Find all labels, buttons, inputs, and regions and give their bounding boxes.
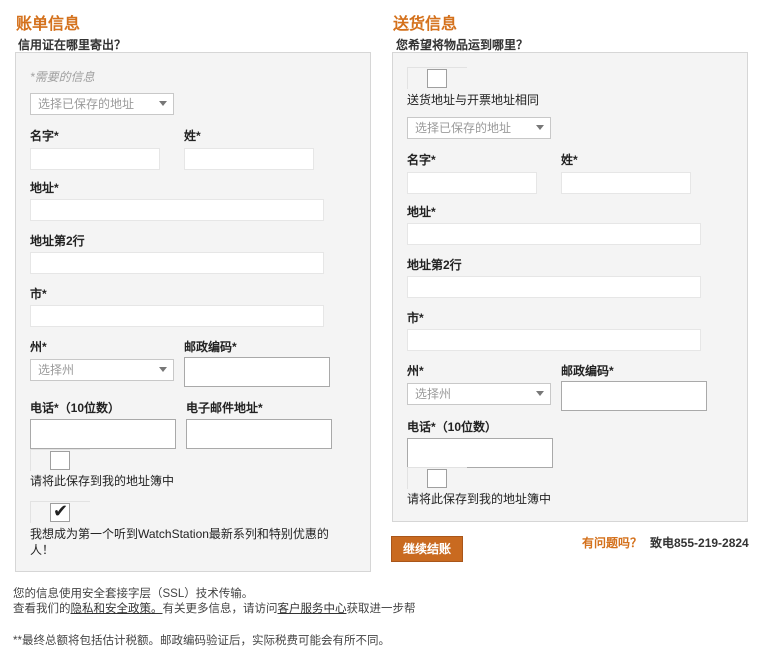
billing-city-input[interactable]	[30, 305, 324, 327]
get-help-text: 获取进一步帮	[346, 603, 416, 615]
shipping-address2-label: 地址第2行	[407, 258, 462, 272]
shipping-save-address-checkbox[interactable]	[407, 467, 467, 489]
shipping-address-label: 地址*	[407, 205, 436, 219]
billing-email-label: 电子邮件地址*	[186, 401, 263, 415]
billing-email-input[interactable]	[186, 419, 332, 449]
ssl-notice: 您的信息使用安全套接字层（SSL）技术传输。	[13, 588, 254, 600]
shipping-save-address-label: 请将此保存到我的地址簿中	[407, 492, 552, 506]
billing-phone-label: 电话*（10位数）	[30, 401, 121, 415]
tax-note: **最终总额将包括估计税额。邮政编码验证后，实际税费可能会有所不同。	[13, 635, 390, 647]
same-as-billing-label: 送货地址与开票地址相同	[407, 93, 540, 107]
billing-state-label: 州*	[30, 340, 47, 354]
help-phone: 致电855-219-2824	[650, 536, 749, 550]
customer-service-link[interactable]: 客户服务中心	[278, 603, 347, 615]
billing-zip-input[interactable]	[184, 357, 330, 387]
chevron-down-icon	[159, 101, 167, 106]
shipping-address2-input[interactable]	[407, 276, 701, 298]
shipping-address-input[interactable]	[407, 223, 701, 245]
billing-saved-address-value: 选择已保存的地址	[38, 97, 135, 111]
shipping-zip-input[interactable]	[561, 381, 707, 411]
checkbox-box[interactable]	[427, 469, 447, 488]
shipping-state-select[interactable]: 选择州	[407, 383, 551, 405]
continue-checkout-button[interactable]: 继续结账	[391, 536, 463, 562]
billing-first-name-label: 名字*	[30, 129, 59, 143]
same-as-billing-checkbox[interactable]	[407, 67, 467, 89]
billing-save-address-checkbox[interactable]	[30, 449, 90, 471]
view-our-text: 查看我们的	[13, 603, 71, 615]
privacy-policy-link[interactable]: 隐私和安全政策。	[71, 603, 163, 615]
billing-state-value: 选择州	[38, 363, 75, 377]
shipping-last-name-input[interactable]	[561, 172, 691, 194]
billing-last-name-input[interactable]	[184, 148, 314, 170]
billing-address-input[interactable]	[30, 199, 324, 221]
billing-address2-label: 地址第2行	[30, 234, 85, 248]
checkbox-box[interactable]	[50, 451, 70, 470]
newsletter-checkbox[interactable]: ✔	[30, 501, 90, 523]
billing-last-name-label: 姓*	[184, 129, 201, 143]
chevron-down-icon	[159, 367, 167, 372]
shipping-zip-label: 邮政编码*	[561, 364, 614, 378]
footer-help-line: 查看我们的隐私和安全政策。有关更多信息，请访问客户服务中心获取进一步帮	[13, 600, 416, 616]
more-info-text: 有关更多信息，请访问	[162, 603, 278, 615]
billing-saved-address-select[interactable]: 选择已保存的地址	[30, 93, 174, 115]
shipping-first-name-input[interactable]	[407, 172, 537, 194]
billing-address-label: 地址*	[30, 181, 59, 195]
shipping-subtitle: 您希望将物品运到哪里？	[396, 38, 529, 52]
billing-zip-label: 邮政编码*	[184, 340, 237, 354]
billing-state-select[interactable]: 选择州	[30, 359, 174, 381]
shipping-last-name-label: 姓*	[561, 153, 578, 167]
checkbox-box[interactable]: ✔	[50, 501, 70, 522]
chevron-down-icon	[536, 391, 544, 396]
checkbox-box[interactable]	[427, 69, 447, 88]
required-note: *需要的信息	[30, 70, 95, 84]
shipping-title: 送货信息	[393, 16, 458, 33]
chevron-down-icon	[536, 125, 544, 130]
shipping-first-name-label: 名字*	[407, 153, 436, 167]
shipping-saved-address-select[interactable]: 选择已保存的地址	[407, 117, 551, 139]
newsletter-label-line2: 人！	[30, 543, 55, 557]
shipping-state-label: 州*	[407, 364, 424, 378]
shipping-city-input[interactable]	[407, 329, 701, 351]
billing-title: 账单信息	[16, 16, 81, 33]
checkmark-icon: ✔	[53, 501, 69, 521]
billing-phone-input[interactable]	[30, 419, 176, 449]
shipping-phone-label: 电话*（10位数）	[407, 420, 498, 434]
billing-address2-input[interactable]	[30, 252, 324, 274]
billing-subtitle: 信用证在哪里寄出？	[18, 38, 127, 52]
billing-save-address-label: 请将此保存到我的地址簿中	[30, 474, 175, 488]
shipping-phone-input[interactable]	[407, 438, 553, 468]
billing-first-name-input[interactable]	[30, 148, 160, 170]
shipping-saved-address-value: 选择已保存的地址	[415, 121, 512, 135]
billing-city-label: 市*	[30, 287, 47, 301]
shipping-city-label: 市*	[407, 311, 424, 325]
help-question: 有问题吗？	[582, 536, 643, 550]
shipping-state-value: 选择州	[415, 387, 452, 401]
newsletter-label-line1: 我想成为第一个听到WatchStation最新系列和特别优惠的	[30, 527, 329, 541]
